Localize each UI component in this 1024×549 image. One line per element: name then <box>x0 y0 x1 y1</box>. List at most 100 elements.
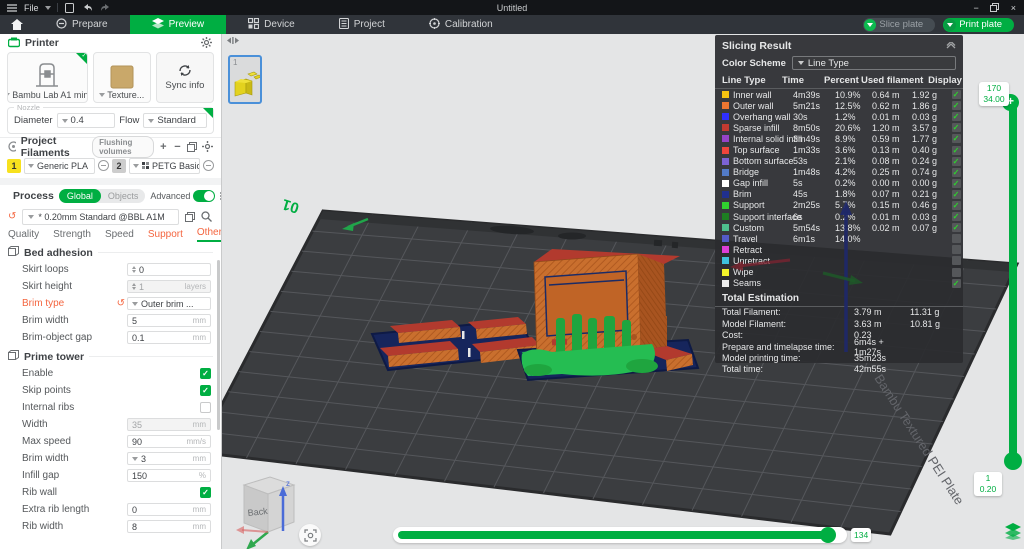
filament-edit-icon[interactable] <box>203 160 214 171</box>
file-menu[interactable]: File <box>24 3 39 13</box>
process-tab-support[interactable]: Support <box>148 229 183 242</box>
thumbnail-collapse-icon[interactable] <box>227 36 239 47</box>
save-preset-icon[interactable] <box>183 212 196 222</box>
spinner-arrows-icon[interactable] <box>132 266 136 273</box>
section-icon <box>8 246 19 259</box>
display-checkbox[interactable] <box>952 245 961 254</box>
display-checkbox[interactable]: ✓ <box>952 223 961 232</box>
close-icon[interactable]: × <box>1011 3 1016 13</box>
display-checkbox[interactable]: ✓ <box>952 157 961 166</box>
input-field[interactable]: 0.1mm <box>127 331 211 345</box>
display-checkbox[interactable]: ✓ <box>952 201 961 210</box>
layer-slider-bottom-handle[interactable] <box>1004 452 1022 470</box>
printer-card[interactable]: ✓ Bambu Lab A1 mini <box>7 52 88 103</box>
display-checkbox[interactable]: ✓ <box>952 101 961 110</box>
display-checkbox[interactable] <box>952 268 961 277</box>
checkbox[interactable]: ✓ <box>200 487 211 498</box>
display-checkbox[interactable] <box>952 256 961 265</box>
filament-badge-2[interactable]: 2 <box>112 159 126 173</box>
scope-global[interactable]: Global <box>59 189 101 203</box>
layer-slider-track[interactable] <box>1009 96 1017 464</box>
sidebar-scrollbar[interactable] <box>217 260 220 430</box>
tab-preview[interactable]: Preview <box>130 15 227 34</box>
input-field[interactable]: 8mm <box>127 520 211 534</box>
plate-type-card[interactable]: Texture... <box>93 52 151 103</box>
checkbox[interactable]: ✓ <box>200 385 211 396</box>
copy-filament-icon[interactable] <box>187 142 197 152</box>
display-checkbox[interactable]: ✓ <box>952 112 961 121</box>
plate-select-caret-icon[interactable] <box>99 93 105 97</box>
checkbox[interactable]: ✓ <box>200 368 211 379</box>
printer-settings-gear-icon[interactable] <box>200 37 213 48</box>
tab-calibration[interactable]: Calibration <box>407 15 515 34</box>
scope-objects[interactable]: Objects <box>101 191 146 201</box>
process-preset-select[interactable]: * 0.20mm Standard @BBL A1M <box>22 209 179 225</box>
display-checkbox[interactable]: ✓ <box>952 279 961 288</box>
home-button[interactable] <box>0 15 34 34</box>
tab-device[interactable]: Device <box>226 15 317 34</box>
color-scheme-select[interactable]: Line Type <box>792 56 956 70</box>
add-filament-icon[interactable]: + <box>159 141 168 153</box>
move-slider-handle[interactable] <box>820 527 836 543</box>
minimize-icon[interactable]: − <box>973 3 978 13</box>
dropdown[interactable]: 3mm <box>127 452 211 466</box>
checkbox[interactable] <box>200 402 211 413</box>
printer-select-caret-icon[interactable] <box>7 93 10 97</box>
filament-edit-icon[interactable] <box>98 160 109 171</box>
filament-select-1[interactable]: Generic PLA <box>24 158 95 174</box>
file-menu-caret-icon[interactable] <box>45 6 51 10</box>
move-slider-track[interactable] <box>393 527 847 543</box>
slice-dropdown-icon[interactable] <box>864 19 876 31</box>
input-field[interactable]: 5mm <box>127 314 211 328</box>
tab-project[interactable]: Project <box>317 15 407 34</box>
input-field[interactable]: 90mm/s <box>127 435 211 449</box>
new-project-icon[interactable] <box>64 2 76 13</box>
process-tab-quality[interactable]: Quality <box>8 229 39 242</box>
advanced-toggle[interactable] <box>193 190 215 202</box>
panel-collapse-icon[interactable] <box>946 42 956 51</box>
filament-settings-gear-icon[interactable] <box>202 141 213 152</box>
orient-reset-button[interactable] <box>299 524 321 546</box>
plate-thumbnail[interactable]: 1 <box>228 55 262 104</box>
process-tab-strength[interactable]: Strength <box>53 229 91 242</box>
undo-icon[interactable] <box>82 2 94 13</box>
input-field[interactable]: 1layers <box>127 280 211 294</box>
process-tab-others[interactable]: Others <box>197 227 222 242</box>
display-checkbox[interactable]: ✓ <box>952 146 961 155</box>
print-plate-button[interactable]: Print plate <box>943 18 1014 32</box>
flow-select[interactable]: Standard <box>143 113 207 128</box>
nozzle-diameter-select[interactable]: 0.4 <box>57 113 116 128</box>
remove-filament-icon[interactable]: − <box>173 141 182 153</box>
hamburger-menu-icon[interactable] <box>6 2 18 13</box>
display-checkbox[interactable] <box>952 234 961 243</box>
print-dropdown-icon[interactable] <box>944 19 956 31</box>
sync-info-button[interactable]: Sync info <box>156 52 214 103</box>
input-field[interactable]: 0 <box>127 263 211 277</box>
display-checkbox[interactable]: ✓ <box>952 179 961 188</box>
spinner-arrows-icon[interactable] <box>132 283 136 290</box>
tab-prepare[interactable]: Prepare <box>34 15 130 34</box>
search-icon[interactable] <box>200 211 213 222</box>
display-checkbox[interactable]: ✓ <box>952 212 961 221</box>
flushing-volumes-button[interactable]: Flushing volumes <box>92 136 154 158</box>
filament-select-2[interactable]: PETG Basic <box>129 158 200 174</box>
nav-cube[interactable]: Back z <box>236 477 294 549</box>
filament-badge-1[interactable]: 1 <box>7 159 21 173</box>
dropdown[interactable]: Outer brim ... <box>127 297 211 311</box>
input-field[interactable]: 150% <box>127 469 211 483</box>
display-checkbox[interactable]: ✓ <box>952 123 961 132</box>
layers-view-icon[interactable] <box>1004 522 1022 540</box>
input-field[interactable]: 0mm <box>127 503 211 517</box>
revert-icon[interactable]: ↺ <box>117 298 125 309</box>
input-field[interactable]: 35mm <box>127 418 211 432</box>
redo-icon[interactable] <box>100 2 112 13</box>
display-checkbox[interactable]: ✓ <box>952 168 961 177</box>
preset-modified-icon[interactable]: ↺ <box>8 211 16 222</box>
display-checkbox[interactable]: ✓ <box>952 134 961 143</box>
display-checkbox[interactable]: ✓ <box>952 190 961 199</box>
restore-icon[interactable] <box>989 2 1001 13</box>
slice-plate-button[interactable]: Slice plate <box>863 18 935 32</box>
display-checkbox[interactable]: ✓ <box>952 90 961 99</box>
process-tab-speed[interactable]: Speed <box>105 229 134 242</box>
scope-toggle[interactable]: Global Objects <box>59 189 146 203</box>
